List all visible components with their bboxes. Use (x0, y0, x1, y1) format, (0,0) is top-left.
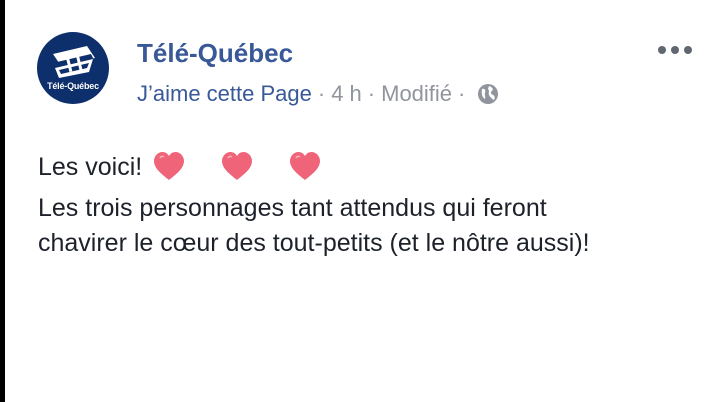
tele-quebec-logo-icon (53, 46, 95, 78)
more-options-button[interactable] (655, 38, 695, 62)
page-avatar[interactable]: Télé-Québec (37, 32, 109, 104)
heart-icon (288, 151, 322, 191)
meta-separator: · (458, 81, 466, 106)
heart-icon (220, 151, 254, 191)
post-line-1: Les voici! (38, 150, 708, 191)
post-card: Télé-Québec Télé-Québec J’aime cette Pag… (5, 0, 722, 402)
edited-label[interactable]: Modifié (381, 81, 452, 107)
more-options-icon (658, 46, 692, 54)
globe-icon[interactable] (477, 83, 499, 105)
page-name-link[interactable]: Télé-Québec (137, 38, 293, 69)
meta-separator: · (367, 81, 376, 106)
post-body: Les voici! Les trois personnages tant at… (38, 150, 708, 261)
post-text-line3: chavirer le cœur des tout-petits (et le … (38, 229, 590, 257)
heart-icon (152, 151, 186, 191)
meta-separator: · (317, 81, 326, 106)
post-meta: J’aime cette Page · 4 h · Modifié · (137, 80, 499, 108)
post-text-line1: Les voici! (38, 153, 143, 181)
post-timestamp[interactable]: 4 h (331, 81, 362, 107)
avatar-logo-text: Télé-Québec (47, 81, 99, 91)
post-text-line2: Les trois personnages tant attendus qui … (38, 194, 547, 222)
like-page-link[interactable]: J’aime cette Page (137, 81, 312, 107)
